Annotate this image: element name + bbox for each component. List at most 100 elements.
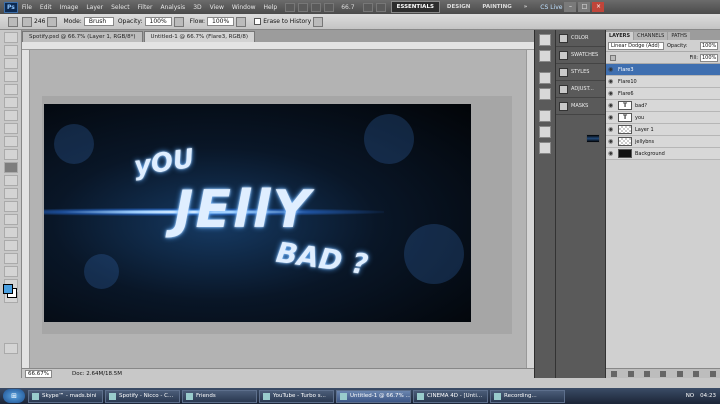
layer-row[interactable]: ◉ Flare10 — [586, 76, 720, 143]
menu-edit[interactable]: Edit — [40, 4, 52, 11]
brush-panel-icon[interactable] — [47, 16, 58, 27]
actions-panel-icon[interactable] — [539, 50, 551, 62]
maximize-button[interactable]: □ — [578, 2, 591, 12]
mode-select[interactable]: Brush — [83, 17, 114, 26]
eyedropper-tool-icon[interactable] — [3, 97, 18, 108]
adjustments-panel-tab[interactable]: ADJUST... — [556, 81, 605, 98]
new-group-icon[interactable] — [676, 370, 683, 377]
close-button[interactable]: × — [592, 2, 605, 12]
quick-select-tool-icon[interactable] — [3, 71, 18, 82]
opacity-field[interactable]: 100% — [144, 17, 172, 26]
layer-row[interactable]: ◉ Flare6 — [586, 88, 720, 143]
pressure-opacity-icon[interactable] — [173, 16, 184, 27]
paragraph-panel-icon[interactable] — [539, 88, 551, 100]
layer-row[interactable]: ◉ Tbad? — [606, 100, 720, 112]
taskbar-item[interactable]: Friends — [182, 389, 257, 403]
color-panel-tab[interactable]: COLOR — [556, 30, 605, 47]
gradient-tool-icon[interactable] — [3, 175, 18, 186]
document-size[interactable]: Doc: 2.64M/18.5M — [72, 371, 122, 377]
history-panel-icon[interactable] — [539, 34, 551, 46]
flow-field[interactable]: 100% — [207, 17, 235, 26]
pen-tool-icon[interactable] — [3, 214, 18, 225]
marquee-tool-icon[interactable] — [3, 45, 18, 56]
zoom-level[interactable]: 66.7 — [341, 4, 354, 11]
clock[interactable]: 04:23 — [700, 393, 716, 399]
brush-tool-icon[interactable] — [3, 123, 18, 134]
pressure-size-icon[interactable] — [313, 16, 324, 27]
eraser-tool-icon[interactable] — [8, 16, 18, 27]
taskbar-item[interactable]: Recording... — [490, 389, 565, 403]
mini-bridge-icon[interactable] — [298, 2, 309, 12]
airbrush-icon[interactable] — [236, 16, 247, 27]
taskbar-item[interactable]: Untitled-1 @ 66.7% ... — [336, 389, 411, 403]
tab-channels[interactable]: CHANNELS — [634, 32, 668, 40]
screen-mode-icon[interactable] — [375, 2, 386, 12]
lock-icon[interactable] — [610, 54, 616, 61]
taskbar-item[interactable]: CINEMA 4D - [Unti... — [413, 389, 488, 403]
workspace-essentials[interactable]: ESSENTIALS — [390, 1, 440, 13]
tab-spotify-psd[interactable]: Spotify.psd @ 66.7% (Layer 1, RGB/8*) — [22, 31, 143, 42]
stamp-tool-icon[interactable] — [3, 136, 18, 147]
shape-tool-icon[interactable] — [3, 253, 18, 264]
add-mask-icon[interactable] — [644, 370, 651, 377]
visibility-eye-icon[interactable]: ◉ — [608, 114, 615, 121]
character-panel-icon[interactable] — [539, 72, 551, 84]
cs-live-button[interactable]: CS Live — [540, 4, 562, 11]
layer-row[interactable]: ◉ Flare3 — [586, 64, 720, 143]
workspace-more[interactable]: » — [519, 2, 533, 12]
color-swatches[interactable] — [3, 284, 17, 298]
workspace-painting[interactable]: PAINTING — [477, 2, 516, 12]
menu-select[interactable]: Select — [111, 4, 130, 11]
menu-filter[interactable]: Filter — [138, 4, 153, 11]
bridge-icon[interactable] — [285, 2, 296, 12]
quick-mask-icon[interactable] — [3, 343, 18, 354]
masks-panel-tab[interactable]: MASKS — [556, 98, 605, 115]
menu-window[interactable]: Window — [232, 4, 256, 11]
clone-source-panel-icon[interactable] — [539, 126, 551, 138]
blend-mode-select[interactable]: Linear Dodge (Add) — [608, 41, 664, 50]
styles-panel-tab[interactable]: STYLES — [556, 64, 605, 81]
notes-panel-icon[interactable] — [539, 142, 551, 154]
3d-rotate-tool-icon[interactable] — [3, 266, 18, 277]
zoom-icon[interactable] — [324, 2, 335, 12]
history-brush-tool-icon[interactable] — [3, 149, 18, 160]
delete-layer-icon[interactable] — [709, 370, 716, 377]
blur-tool-icon[interactable] — [3, 188, 18, 199]
language-indicator[interactable]: NO — [686, 393, 694, 399]
arrange-documents-icon[interactable] — [362, 2, 373, 12]
path-select-tool-icon[interactable] — [3, 240, 18, 251]
adjustment-layer-icon[interactable] — [660, 370, 667, 377]
artboard-canvas[interactable]: yOU JEllY BAD ? — [44, 104, 471, 322]
brush-panel-icon[interactable] — [539, 110, 551, 122]
menu-analysis[interactable]: Analysis — [160, 4, 185, 11]
visibility-eye-icon[interactable]: ◉ — [608, 66, 615, 73]
fill-field[interactable]: 100% — [700, 53, 718, 62]
menu-3d[interactable]: 3D — [193, 4, 201, 11]
workspace-design[interactable]: DESIGN — [442, 2, 475, 12]
crop-tool-icon[interactable] — [3, 84, 18, 95]
visibility-eye-icon[interactable]: ◉ — [608, 138, 615, 145]
status-zoom-field[interactable]: 66.67% — [25, 369, 52, 378]
layer-row[interactable]: ◉ Background — [606, 148, 720, 160]
tab-paths[interactable]: PATHS — [668, 32, 691, 40]
menu-layer[interactable]: Layer — [86, 4, 103, 11]
menu-view[interactable]: View — [210, 4, 224, 11]
move-tool-icon[interactable] — [3, 32, 18, 43]
visibility-eye-icon[interactable]: ◉ — [608, 90, 615, 97]
menu-image[interactable]: Image — [60, 4, 79, 11]
healing-tool-icon[interactable] — [3, 110, 18, 121]
visibility-eye-icon[interactable]: ◉ — [608, 78, 615, 85]
taskbar-item[interactable]: Skype™ - mads.bini — [28, 389, 103, 403]
menu-help[interactable]: Help — [264, 4, 278, 11]
erase-to-history-checkbox[interactable] — [254, 18, 262, 25]
dodge-tool-icon[interactable] — [3, 201, 18, 212]
menu-file[interactable]: File — [22, 4, 32, 11]
eraser-tool-icon[interactable] — [3, 162, 18, 173]
layer-row[interactable]: ◉ jellybns — [606, 136, 720, 148]
taskbar-item[interactable]: YouTube - Turbo s... — [259, 389, 334, 403]
start-button[interactable]: ⊞ — [3, 389, 25, 403]
tab-layers[interactable]: LAYERS — [606, 32, 634, 40]
swatches-panel-tab[interactable]: SWATCHES — [556, 47, 605, 64]
visibility-eye-icon[interactable]: ◉ — [608, 102, 615, 109]
type-tool-icon[interactable] — [3, 227, 18, 238]
